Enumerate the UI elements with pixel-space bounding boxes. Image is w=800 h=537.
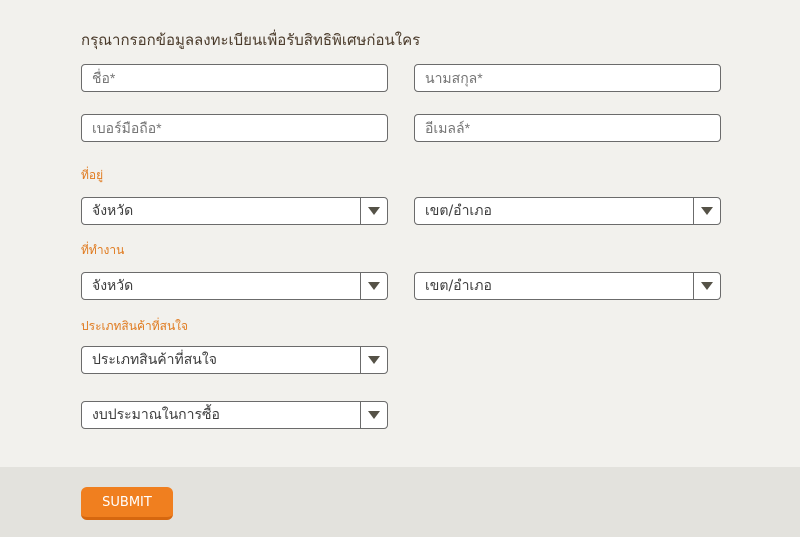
form-title: กรุณากรอกข้อมูลลงทะเบียนเพื่อรับสิทธิพิเ… <box>81 31 421 49</box>
email-field[interactable] <box>414 114 721 142</box>
work-district-select[interactable]: เขต/อำเภอ <box>414 272 721 300</box>
first-name-field[interactable] <box>81 64 388 92</box>
address-section-label: ที่อยู่ <box>81 168 104 182</box>
work-section-label: ที่ทำงาน <box>81 243 125 257</box>
work-province-select[interactable]: จังหวัด <box>81 272 388 300</box>
submit-button[interactable]: SUBMIT <box>81 487 173 520</box>
chevron-down-icon[interactable] <box>360 198 387 224</box>
product-interest-value: ประเภทสินค้าที่สนใจ <box>92 352 217 368</box>
chevron-down-icon[interactable] <box>360 347 387 373</box>
work-province-value: จังหวัด <box>92 278 134 294</box>
budget-value: งบประมาณในการซื้อ <box>92 407 220 423</box>
address-district-value: เขต/อำเภอ <box>425 203 492 219</box>
chevron-down-icon[interactable] <box>360 402 387 428</box>
chevron-down-icon[interactable] <box>693 273 720 299</box>
last-name-field[interactable] <box>414 64 721 92</box>
interest-section-label: ประเภทสินค้าที่สนใจ <box>81 319 189 333</box>
address-province-value: จังหวัด <box>92 203 134 219</box>
chevron-down-icon[interactable] <box>693 198 720 224</box>
address-district-select[interactable]: เขต/อำเภอ <box>414 197 721 225</box>
address-province-select[interactable]: จังหวัด <box>81 197 388 225</box>
phone-field[interactable] <box>81 114 388 142</box>
budget-select[interactable]: งบประมาณในการซื้อ <box>81 401 388 429</box>
product-interest-select[interactable]: ประเภทสินค้าที่สนใจ <box>81 346 388 374</box>
chevron-down-icon[interactable] <box>360 273 387 299</box>
work-district-value: เขต/อำเภอ <box>425 278 492 294</box>
